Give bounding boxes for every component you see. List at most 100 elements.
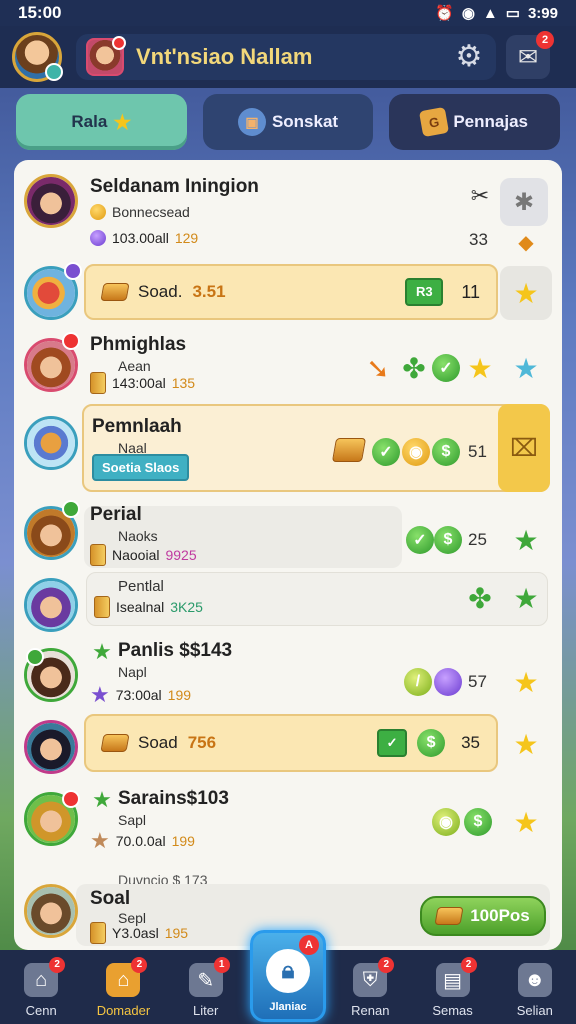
- avatar: [24, 578, 78, 632]
- coin-stack-icon: [90, 544, 106, 566]
- row-meta-text: Y3.0asl: [112, 925, 159, 941]
- gold-bar-icon: [100, 734, 130, 752]
- action-button[interactable]: Soetia Slaos: [92, 454, 190, 481]
- nav-cenn[interactable]: ⌂ 2 Cenn: [1, 957, 81, 1018]
- bar-label: Soad.: [138, 282, 183, 301]
- dollar-coin-icon: $: [464, 808, 492, 836]
- status-icons: ⏰ ◉ ▲ ▭ 3:99: [435, 4, 558, 23]
- star-icon: ★: [467, 352, 493, 384]
- mail-icon: ✉: [517, 43, 539, 71]
- row-meta-text: 103.00all: [112, 230, 169, 246]
- list-item[interactable]: Seldanam Iningion Bonnecsead 103.00all 1…: [14, 170, 562, 260]
- row-meta: ★ 73:00al 199: [90, 682, 191, 708]
- row-meta-value: 199: [167, 687, 192, 703]
- row-score: 57: [468, 672, 487, 691]
- signal-icon: ▲: [482, 4, 498, 22]
- puzzle-tile[interactable]: ✱: [500, 178, 548, 226]
- nav-label: Jlaniac: [269, 1001, 307, 1013]
- nav-label: Liter: [193, 1003, 219, 1018]
- list-item[interactable]: Perial Naoks Naooial 9925 ✓ $ 25 ★: [14, 498, 562, 572]
- gem-icon: [90, 230, 106, 246]
- tab-label: Pennajas: [453, 112, 528, 131]
- arrow-icon: ➘: [366, 352, 390, 384]
- profile-icon: ☻: [517, 963, 552, 997]
- ticket-box: R3: [405, 278, 444, 306]
- lime-coin-icon: ◉: [432, 808, 460, 836]
- gear-icon[interactable]: ⚙: [452, 40, 486, 74]
- row-meta-value: 199: [171, 833, 195, 849]
- nav-jlaniac[interactable]: A 🔒︎ Jlaniac: [250, 930, 326, 1022]
- row-meta: 143:00al 135: [90, 372, 195, 394]
- avatar: [24, 416, 78, 470]
- mail-button[interactable]: ✉ 2: [506, 31, 554, 79]
- clover-icon: ✤: [468, 582, 492, 614]
- green-star-icon: ★: [92, 787, 112, 812]
- rank-badge: [62, 500, 80, 518]
- star-tile[interactable]: ★: [500, 266, 552, 320]
- list-item[interactable]: ★ Panlis $$143 Napl ★ 73:00al 199 / 57 ★: [14, 638, 562, 714]
- coin-stack-icon: [94, 596, 110, 618]
- nav-label: Selian: [516, 1003, 553, 1018]
- nav-domader[interactable]: ⌂ 2 Domader: [83, 957, 163, 1018]
- row-meta-value: 135: [171, 375, 196, 391]
- row-name: Perial: [90, 504, 142, 525]
- bonus-bar[interactable]: Soad 756 ✓ $ 35: [84, 714, 498, 772]
- green-star-icon: ★: [513, 582, 539, 614]
- claim-label: 100Pos: [470, 906, 530, 925]
- row-meta-value: 195: [164, 925, 189, 941]
- key-tile[interactable]: ⌧: [498, 404, 550, 492]
- list-item[interactable]: Soad 756 ✓ $ 35 ★: [14, 714, 562, 784]
- alert-badge: [62, 332, 80, 350]
- puzzle-icon: ✱: [513, 188, 535, 216]
- row-sub: Naoks: [118, 528, 158, 544]
- nav-semas[interactable]: ▤ 2 Semas: [413, 957, 493, 1018]
- nav-renan[interactable]: ⛨ 2 Renan: [330, 957, 410, 1018]
- claim-button[interactable]: 100Pos: [420, 896, 546, 936]
- list-item[interactable]: ⌧ Pemnlaah Naal Soetia Slaos ✓ ◉ $ 51: [14, 404, 562, 498]
- nav-label: Domader: [96, 1003, 151, 1018]
- title-avatar[interactable]: [86, 36, 126, 76]
- flame-icon: ◆: [518, 231, 534, 254]
- chest-icon: ▣: [237, 108, 266, 136]
- ticket-box: ✓: [377, 729, 408, 757]
- check-coin-icon: ✓: [372, 438, 400, 466]
- gold-bar-icon: [100, 283, 130, 301]
- star-icon: ★: [513, 277, 539, 309]
- nav-selian[interactable]: ☻ Selian: [495, 963, 575, 1018]
- player-avatar[interactable]: [12, 32, 63, 82]
- nav-liter[interactable]: ✎ 1 Liter: [166, 957, 246, 1018]
- tab-pennajas[interactable]: G Pennajas: [389, 94, 561, 150]
- row-score: 51: [468, 442, 487, 461]
- row-meta: 103.00all 129: [90, 230, 198, 246]
- leaderboard-panel: Seldanam Iningion Bonnecsead 103.00all 1…: [14, 160, 562, 950]
- tab-sonskat[interactable]: ▣ Sonskat: [202, 94, 374, 150]
- blue-star-icon: ★: [513, 352, 539, 384]
- lime-coin-icon: /: [404, 668, 432, 696]
- check-coin-icon: ✓: [406, 526, 434, 554]
- list-item[interactable]: ★ Sarains$103 Sapl ★ 70.0.0al 199 ◉ $ ★: [14, 784, 562, 860]
- nav-badge: A: [299, 935, 319, 955]
- list-item[interactable]: Phmighlas Aean 143:00al 135 ➘ ✤ ✓ ★ ★: [14, 332, 562, 408]
- tools-icon[interactable]: ✂: [464, 180, 496, 212]
- clover-icon: ✤: [402, 352, 426, 384]
- title-bar: Vnt'nsiao Nallam ⚙: [76, 34, 496, 80]
- list-item[interactable]: Soad. 3.51 R3 11 ★: [14, 260, 562, 332]
- bronze-star-icon: ★: [90, 828, 110, 853]
- page-title: Vnt'nsiao Nallam: [136, 44, 313, 69]
- top-header: Vnt'nsiao Nallam ⚙ ✉ 2: [0, 26, 576, 88]
- avatar: [24, 720, 78, 774]
- bar-value: 3.51: [192, 282, 226, 301]
- bar-label: Soad: [138, 733, 178, 752]
- gold-bar-icon: [434, 907, 464, 925]
- alert-badge: [62, 790, 80, 808]
- row-sub: Napl: [118, 664, 147, 680]
- lock-icon: 🔒︎: [266, 949, 310, 993]
- row-meta-text: Naooial: [112, 547, 160, 563]
- row-name: Sarains$103: [118, 788, 229, 809]
- dollar-coin-icon: $: [432, 438, 460, 466]
- bonus-bar[interactable]: Soad. 3.51 R3 11: [84, 264, 498, 320]
- list-item[interactable]: Pentlal Isealnal 3K25 ✤ ★: [14, 572, 562, 638]
- tab-label: Sonskat: [271, 112, 339, 131]
- tab-rala[interactable]: Rala ★: [16, 94, 187, 150]
- status-time-right: 3:99: [527, 4, 558, 22]
